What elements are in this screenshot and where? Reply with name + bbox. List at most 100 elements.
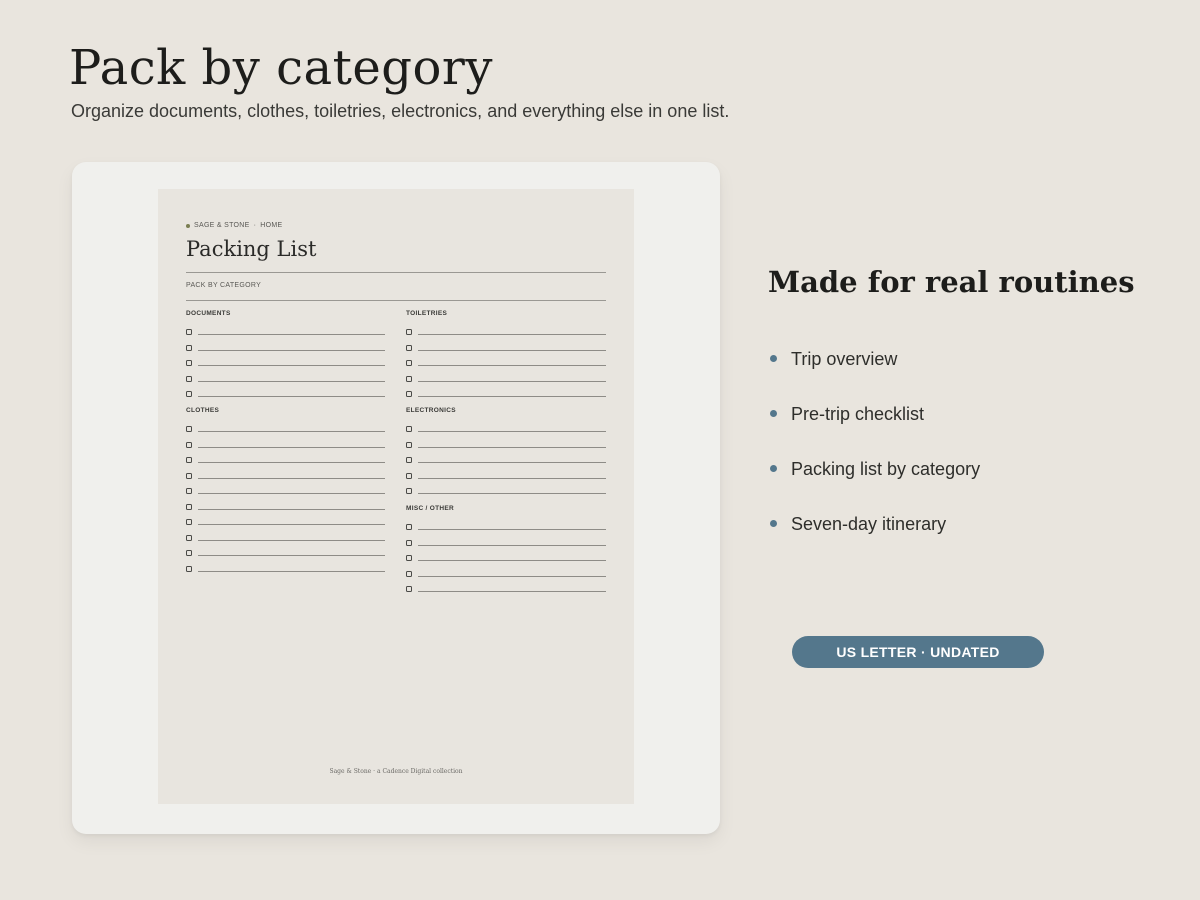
write-in-line [418,431,606,432]
section-heading: MISC / OTHER [406,505,455,512]
write-in-line [418,365,606,366]
write-in-line [198,477,385,479]
write-in-line [418,380,606,382]
bullet-icon [770,410,777,417]
checklist-row [186,544,385,560]
feature-item: Seven-day itinerary [770,512,980,567]
feature-item: Packing list by category [770,457,980,512]
feature-label: Pre-trip checklist [791,404,925,424]
brand-dot-icon [186,223,190,228]
checklist-row [186,370,385,386]
checklist-row [406,580,606,596]
write-in-line [198,508,385,510]
checkbox-icon [406,391,412,397]
section-heading: DOCUMENTS [186,310,231,317]
write-in-line [418,529,606,530]
bullet-icon [770,465,777,472]
checklist-row [406,565,606,581]
checklist-row [186,513,385,529]
checklist-row [186,354,385,370]
checklist-row [406,354,606,370]
brand-separator: · [253,222,257,229]
write-in-line [198,493,385,494]
write-in-line [418,446,606,448]
checkbox-icon [406,524,412,530]
feature-label: Trip overview [791,349,898,369]
checklist-row [406,482,606,498]
section-electronics: ELECTRONICS [406,407,606,498]
write-in-line [198,431,385,432]
checkbox-icon [186,391,192,397]
write-in-line [418,462,606,463]
feature-label: Seven-day itinerary [791,514,947,534]
write-in-line [198,446,385,448]
checkbox-icon [406,488,412,494]
write-in-line [418,560,606,561]
checkbox-icon [186,329,192,335]
section-misc-other: MISC / OTHER [406,505,606,596]
checkbox-icon [406,539,412,546]
checklist-row [406,534,606,550]
write-in-line [198,396,385,397]
checklist-row [186,339,385,355]
checklist-row [186,529,385,545]
planner-title: Packing List [186,237,317,261]
format-badge: US LETTER · UNDATED [792,636,1044,668]
checklist-row [186,323,385,339]
checkbox-icon [406,472,412,479]
section-heading: ELECTRONICS [406,407,456,414]
checklist-row [406,385,606,401]
page-title: Pack by category [69,40,493,96]
checklist-row [406,370,606,386]
write-in-line [198,462,385,463]
brand-section: HOME [260,222,283,229]
write-in-line [418,493,606,494]
section-clothes: CLOTHES [186,407,385,575]
checkbox-icon [406,360,412,366]
checkbox-icon [406,555,412,561]
write-in-line [418,591,606,592]
checkbox-icon [186,565,192,572]
tablet-preview-frame: SAGE & STONE · HOME Packing List PACK BY… [72,162,720,834]
page-subtitle: Organize documents, clothes, toiletries,… [71,101,730,121]
checklist-row [406,451,606,467]
checkbox-icon [406,457,412,463]
checklist-row [406,339,606,355]
checklist-row [406,420,606,436]
checkbox-icon [186,426,192,432]
checkbox-icon [186,441,192,448]
write-in-line [418,396,606,397]
write-in-line [418,477,606,479]
planner-page: SAGE & STONE · HOME Packing List PACK BY… [158,189,634,804]
checkbox-icon [186,550,192,556]
write-in-line [198,349,385,351]
brand-line: SAGE & STONE · HOME [186,222,282,229]
section-heading: TOILETRIES [406,310,448,317]
checkbox-icon [186,360,192,366]
planner-footer: Sage & Stone · a Cadence Digital collect… [329,768,463,775]
section-heading: CLOTHES [186,407,220,414]
checkbox-icon [406,441,412,448]
checklist-row [406,518,606,534]
checklist-row [186,420,385,436]
bullet-icon [770,355,777,362]
checklist-row [186,385,385,401]
checklist-row [186,482,385,498]
write-in-line [198,524,385,525]
checklist-row [186,467,385,483]
write-in-line [198,539,385,541]
checkbox-icon [406,375,412,382]
checklist-row [406,467,606,483]
checkbox-icon [186,503,192,510]
checkbox-icon [186,519,192,525]
checkbox-icon [186,457,192,463]
write-in-line [418,544,606,546]
write-in-line [198,365,385,366]
write-in-line [198,555,385,556]
checklist-row [406,323,606,339]
bullet-icon [770,520,777,527]
checklist-row [186,451,385,467]
write-in-line [418,334,606,335]
checkbox-icon [186,534,192,541]
title-divider [186,272,606,273]
